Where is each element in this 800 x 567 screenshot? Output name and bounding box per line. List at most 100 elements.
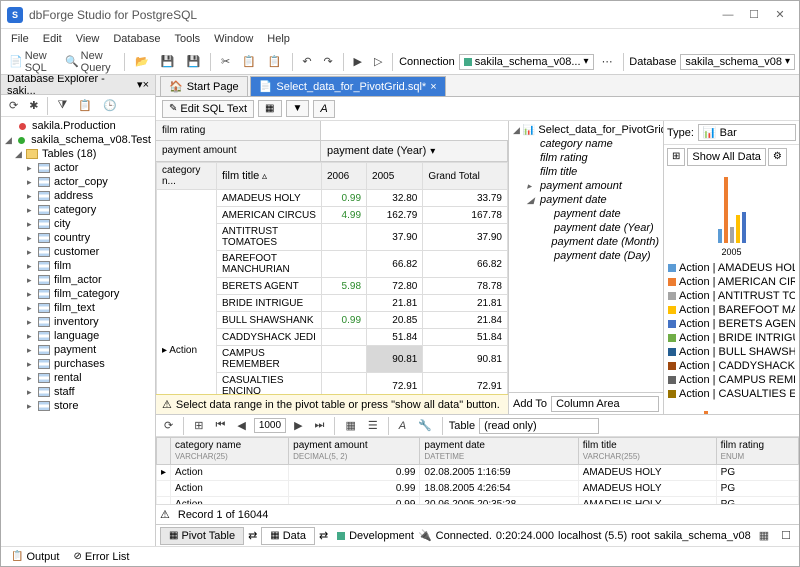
field-tree-item[interactable]: payment date xyxy=(511,207,661,221)
pivot-col-total[interactable]: Grand Total xyxy=(423,163,508,190)
play-outline-button[interactable]: ▷ xyxy=(370,53,386,70)
tree-item[interactable]: ▸customer xyxy=(3,245,153,259)
grid-row[interactable]: Action0.9918.08.2005 4:26:54AMADEUS HOLY… xyxy=(157,481,799,497)
field-tree-item[interactable]: payment date (Year) xyxy=(511,221,661,235)
grid-row[interactable]: ▸Action0.9902.08.2005 1:16:59AMADEUS HOL… xyxy=(157,465,799,481)
minimize-button[interactable]: — xyxy=(715,5,741,25)
output-tab[interactable]: 📋 Output xyxy=(5,549,65,565)
chart-type-combo[interactable]: 📊 Bar xyxy=(698,124,796,141)
connection-combo[interactable]: sakila_schema_v08... ▾ xyxy=(459,54,594,70)
save-button[interactable]: 💾 xyxy=(157,53,179,70)
new-connection-button[interactable]: ✱ xyxy=(25,97,42,114)
swap-icon[interactable]: ⇄ xyxy=(248,529,257,542)
tree-item[interactable]: ▸language xyxy=(3,329,153,343)
tree-item[interactable]: ▸film_category xyxy=(3,287,153,301)
menu-window[interactable]: Window xyxy=(208,31,259,47)
tree-item[interactable]: ▸purchases xyxy=(3,357,153,371)
edit-sql-button[interactable]: ✎ Edit SQL Text xyxy=(162,100,254,118)
view-tab-data[interactable]: ▦ Data xyxy=(261,527,315,545)
tree-item[interactable]: ▸payment xyxy=(3,343,153,357)
status-btn2[interactable]: ☐ xyxy=(777,527,795,544)
view-tab-pivot[interactable]: ▦ Pivot Table xyxy=(160,527,244,545)
grid-col-header[interactable]: payment amountDECIMAL(5, 2) xyxy=(289,438,420,465)
cut-button[interactable]: ✂ xyxy=(217,53,234,70)
grid-next-button[interactable]: ▶ xyxy=(290,417,306,434)
field-tree-item[interactable]: ▸payment amount xyxy=(511,179,661,193)
tab-close-icon[interactable]: × xyxy=(430,81,436,93)
connection-opts-button[interactable]: ⋯ xyxy=(598,53,617,70)
chart-settings-button[interactable]: ⚙ xyxy=(768,148,787,166)
pivot-col-2005[interactable]: 2005 xyxy=(367,163,423,190)
undo-button[interactable]: ↶ xyxy=(298,53,315,70)
tree-item[interactable]: ▸film xyxy=(3,259,153,273)
field-tree-item[interactable]: payment date (Day) xyxy=(511,249,661,263)
tree-item[interactable]: ▸address xyxy=(3,189,153,203)
font-button[interactable]: A xyxy=(313,100,334,118)
new-sql-button[interactable]: 📄New SQL xyxy=(5,48,57,76)
grid-layout-button[interactable]: ▦ xyxy=(258,100,281,117)
tree-item[interactable]: ▸store xyxy=(3,399,153,413)
tree-item[interactable]: ▸film_actor xyxy=(3,273,153,287)
tree-item[interactable]: ▸actor xyxy=(3,161,153,175)
grid-page-size[interactable]: 1000 xyxy=(254,418,286,433)
field-tree-item[interactable]: ◢payment date xyxy=(511,193,661,207)
property-button[interactable]: 📋 xyxy=(74,97,96,114)
grid-first-button[interactable]: ⏮ xyxy=(211,417,229,434)
tab-sql-file[interactable]: 📄Select_data_for_PivotGrid.sql*× xyxy=(250,76,446,96)
tree-item[interactable]: ◢sakila_schema_v08.Test xyxy=(3,133,153,147)
save-all-button[interactable]: 💾 xyxy=(183,53,205,70)
grid-col-header[interactable]: film titleVARCHAR(255) xyxy=(578,438,716,465)
explorer-close-icon[interactable]: × xyxy=(143,79,149,91)
grid-col-header[interactable]: payment dateDATETIME xyxy=(420,438,578,465)
pivot-film-header[interactable]: film title ▵ xyxy=(217,163,322,190)
tree-item[interactable]: ▸category xyxy=(3,203,153,217)
pivot-col-2006[interactable]: 2006 xyxy=(322,163,367,190)
tree-item[interactable]: sakila.Production xyxy=(3,119,153,133)
tree-item[interactable]: ▸inventory xyxy=(3,315,153,329)
pivot-cat-header[interactable]: category n... xyxy=(157,163,217,190)
menu-view[interactable]: View xyxy=(70,31,106,47)
tree-item[interactable]: ▸staff xyxy=(3,385,153,399)
tree-item[interactable]: ▸country xyxy=(3,231,153,245)
database-combo[interactable]: sakila_schema_v08 ▾ xyxy=(680,54,795,70)
pivot-data-area[interactable]: payment amount xyxy=(156,141,321,161)
grid-export-button[interactable]: ⊞ xyxy=(190,417,207,434)
chart-legend-button[interactable]: ⊞ xyxy=(667,148,685,166)
grid-view2-button[interactable]: ☰ xyxy=(364,417,382,434)
status-btn1[interactable]: ▦ xyxy=(755,527,773,544)
field-tree-item[interactable]: film title xyxy=(511,165,661,179)
grid-tool-button[interactable]: 🔧 xyxy=(414,417,436,434)
grid-view1-button[interactable]: ▦ xyxy=(341,417,359,434)
grid-mode-combo[interactable]: (read only) xyxy=(479,418,599,434)
refresh-button[interactable]: ⟳ xyxy=(5,97,22,114)
close-button[interactable]: ✕ xyxy=(767,5,793,25)
new-query-button[interactable]: 🔍New Query xyxy=(61,48,119,76)
field-tree-item[interactable]: payment date (Month) xyxy=(511,235,661,249)
menu-edit[interactable]: Edit xyxy=(37,31,68,47)
tree-item[interactable]: ▸city xyxy=(3,217,153,231)
redo-button[interactable]: ↷ xyxy=(320,53,337,70)
error-list-tab[interactable]: ⊘ Error List xyxy=(67,549,135,565)
grid-row[interactable]: Action0.9920.06.2005 20:35:28AMADEUS HOL… xyxy=(157,497,799,505)
grid-prev-button[interactable]: ◀ xyxy=(233,417,249,434)
menu-tools[interactable]: Tools xyxy=(168,31,206,47)
grid-refresh-button[interactable]: ⟳ xyxy=(160,417,177,434)
field-tree-item[interactable]: category name xyxy=(511,137,661,151)
tree-item[interactable]: ◢Tables (18) xyxy=(3,147,153,161)
tab-start-page[interactable]: 🏠Start Page xyxy=(160,76,248,96)
paste-button[interactable]: 📋 xyxy=(264,53,286,70)
menu-help[interactable]: Help xyxy=(261,31,296,47)
maximize-button[interactable]: ☐ xyxy=(741,5,767,25)
add-to-combo[interactable]: Column Area xyxy=(551,396,659,412)
menu-file[interactable]: File xyxy=(5,31,35,47)
pivot-row[interactable]: ▸ ActionAMADEUS HOLY0.9932.8033.79 xyxy=(157,190,508,207)
pivot-col-area[interactable]: payment date (Year) ▾ xyxy=(321,141,508,161)
tree-item[interactable]: ▸actor_copy xyxy=(3,175,153,189)
filter-icon-button[interactable]: ▼ xyxy=(286,100,310,117)
database-tree[interactable]: sakila.Production◢sakila_schema_v08.Test… xyxy=(1,117,155,546)
grid-last-button[interactable]: ⏭ xyxy=(311,417,329,434)
menu-database[interactable]: Database xyxy=(107,31,166,47)
grid-col-header[interactable]: film ratingENUM xyxy=(716,438,798,465)
show-all-data-button[interactable]: Show All Data xyxy=(687,148,765,166)
field-tree-item[interactable]: film rating xyxy=(511,151,661,165)
